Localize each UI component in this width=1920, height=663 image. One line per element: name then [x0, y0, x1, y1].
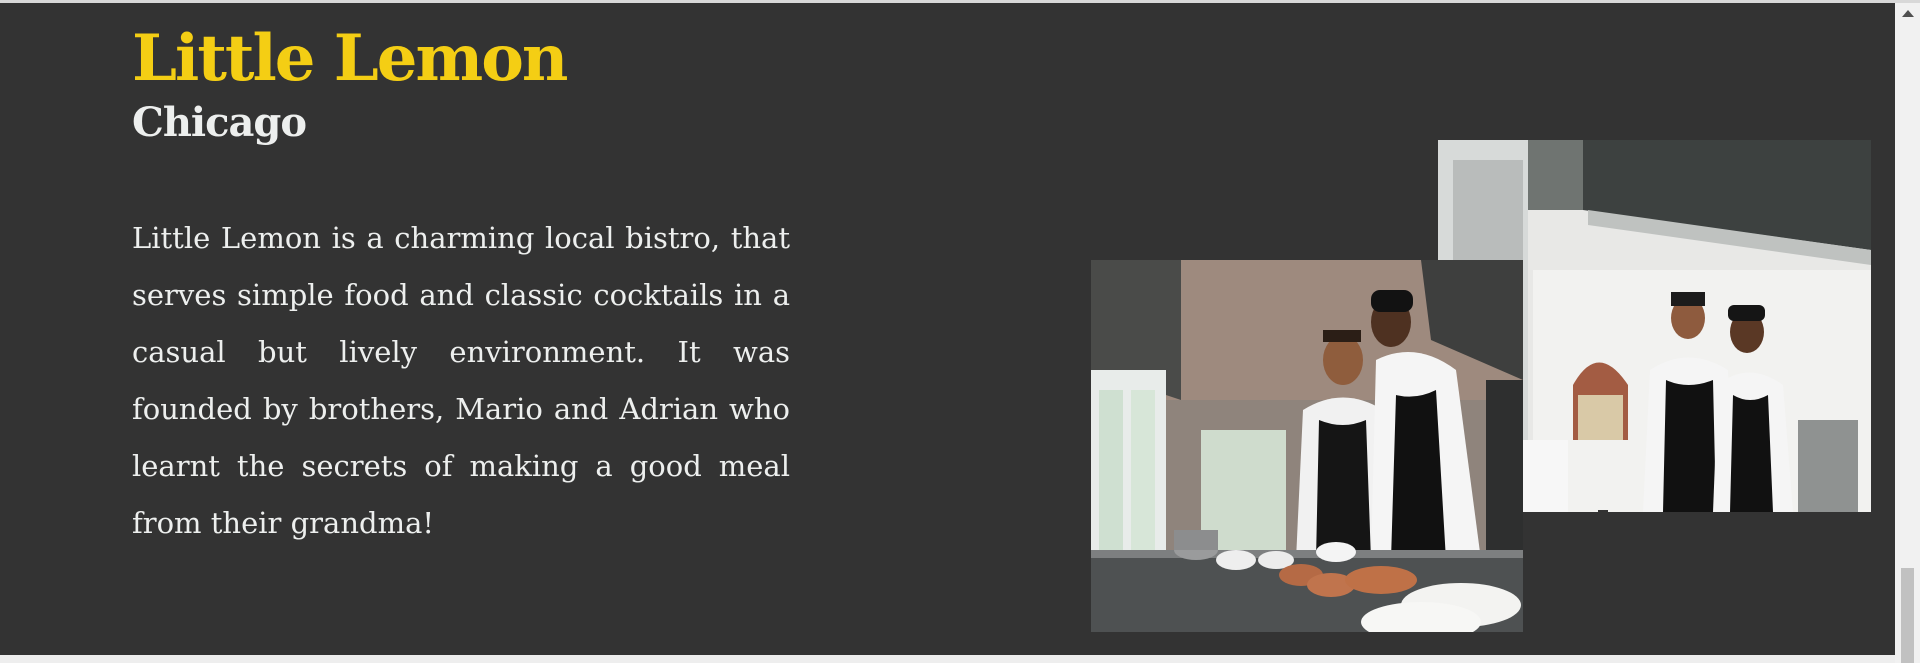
page-bottom-edge [0, 655, 1895, 663]
scrollbar-thumb[interactable] [1901, 568, 1914, 663]
restaurant-title: Little Lemon [132, 21, 568, 96]
vertical-scrollbar[interactable] [1895, 3, 1920, 663]
triangle-up-icon [1901, 9, 1914, 17]
restaurant-location: Chicago [132, 99, 307, 146]
chefs-cooking-photo [1091, 260, 1523, 632]
scroll-up-button[interactable] [1895, 3, 1920, 23]
restaurant-description: Little Lemon is a charming local bistro,… [132, 221, 790, 540]
